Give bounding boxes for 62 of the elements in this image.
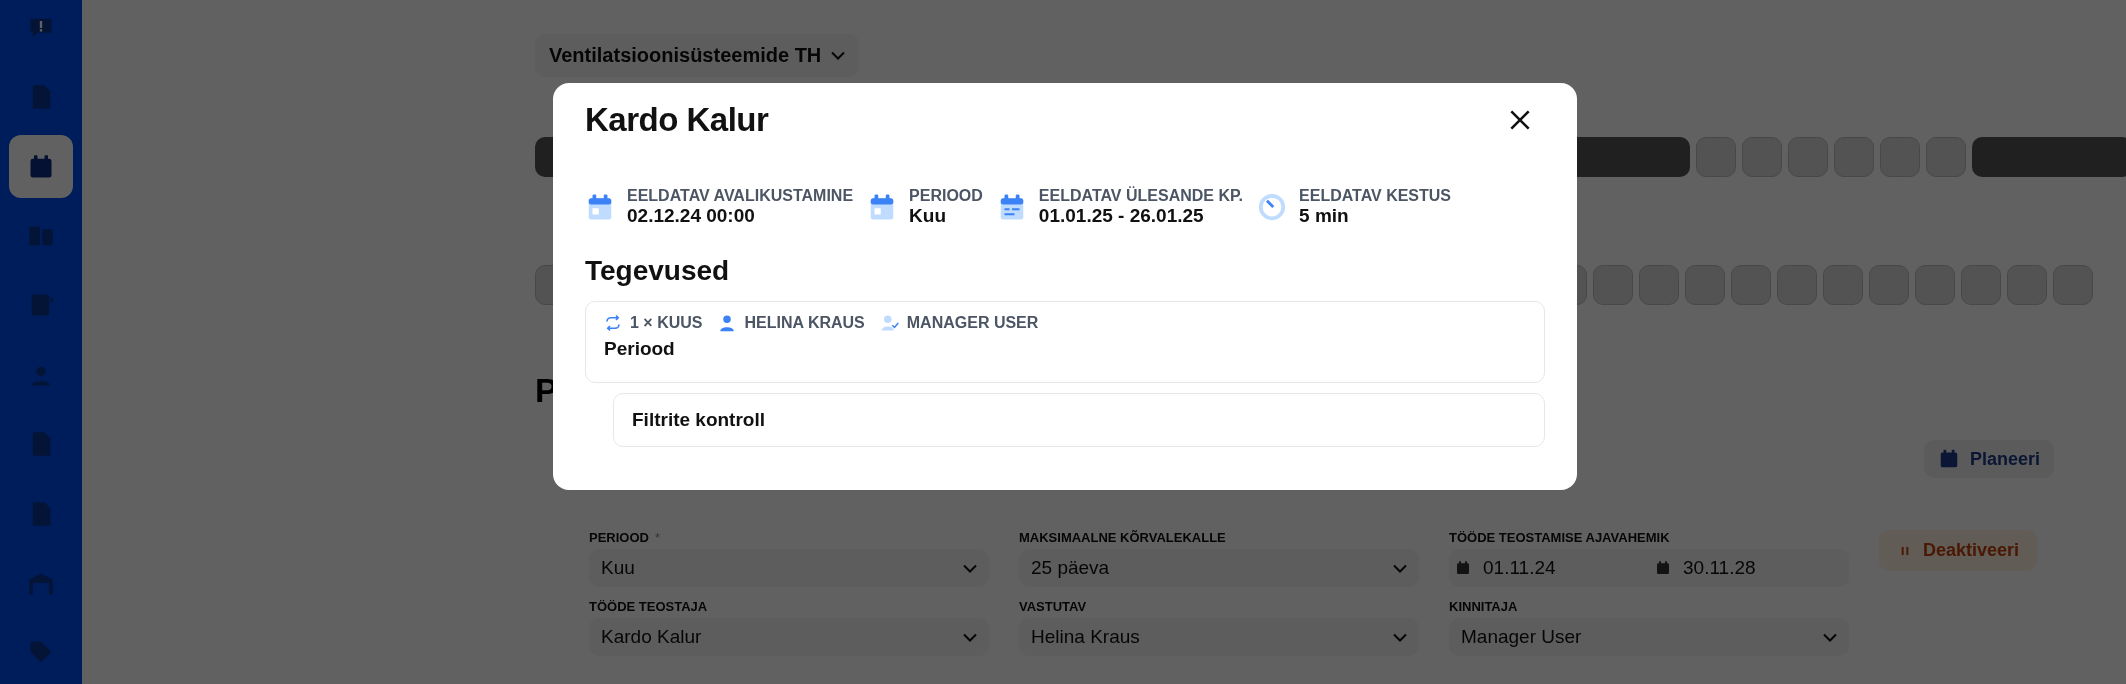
calendar-day-cell	[1926, 137, 1966, 177]
required-mark: *	[654, 530, 661, 545]
info-label: PERIOOD	[909, 187, 983, 205]
field-label: PERIOOD	[589, 530, 649, 545]
info-label: EELDATAV ÜLESANDE KP.	[1038, 187, 1244, 205]
section-title: Tegevused	[585, 255, 731, 287]
info-label: EELDATAV KESTUS	[1299, 187, 1452, 205]
chevron-down-icon	[1393, 563, 1407, 573]
info-value: 5 min	[1299, 205, 1350, 227]
activity-card[interactable]: 1 × KUUS HELINA KRAUS MANAGER USER Periood	[585, 301, 1545, 383]
info-value: 02.12.24 00:00	[627, 205, 756, 227]
date-field[interactable]: 01.11.24	[1449, 549, 1649, 587]
field-label: MAKSIMAALNE KÕRVALEKALLE	[1019, 530, 1226, 545]
approver-name: MANAGER USER	[906, 314, 1039, 332]
date-field[interactable]: 30.11.28	[1649, 549, 1849, 587]
info-value: 01.01.25 - 26.01.25	[1038, 205, 1205, 227]
responsible-name: HELINA KRAUS	[744, 314, 865, 332]
calendar-day-cell	[1823, 265, 1863, 305]
chevron-down-icon	[831, 51, 846, 60]
calendar-day-cell	[1777, 265, 1817, 305]
select-field[interactable]: 25 päeva	[1019, 549, 1419, 587]
select-field[interactable]: Manager User	[1449, 618, 1849, 656]
calendar-day-cell	[1880, 137, 1920, 177]
chevron-down-icon	[1393, 632, 1407, 642]
repeat-text: 1 × KUUS	[630, 314, 703, 332]
select-field[interactable]: Kardo Kalur	[589, 618, 989, 656]
field-label: TÖÖDE TEOSTAMISE AJAVAHEMIK	[1449, 530, 1670, 545]
calendar-day-cell	[1961, 265, 2001, 305]
calendar-day-cell	[1696, 137, 1736, 177]
calendar-day-cell	[1593, 265, 1633, 305]
calendar-day-cell	[2053, 265, 2093, 305]
field-label: VASTUTAV	[1019, 599, 1087, 614]
repeat-icon	[604, 314, 622, 332]
calendar-icon	[1455, 560, 1471, 576]
calendar-day-cell	[1742, 137, 1782, 177]
info-label: EELDATAV AVALIKUSTAMINE	[627, 187, 854, 205]
calendar-day-cell	[1788, 137, 1828, 177]
chevron-down-icon	[963, 632, 977, 642]
select-field[interactable]: Kuu	[589, 549, 989, 587]
select-field[interactable]: Helina Kraus	[1019, 618, 1419, 656]
modal-title: Kardo Kalur	[585, 101, 769, 139]
field-label: KINNITAJA	[1449, 599, 1518, 614]
plan-button[interactable]: Planeeri	[1923, 440, 2054, 478]
calendar-day-cell	[1834, 137, 1874, 177]
person-check-icon	[880, 314, 899, 332]
chevron-down-icon	[1823, 632, 1837, 642]
subtask-card[interactable]: Filtrite kontroll	[613, 393, 1545, 447]
nav-item[interactable]	[9, 134, 73, 199]
info-value: Kuu	[909, 205, 947, 227]
activity-title: Periood	[604, 338, 676, 360]
calendar-day-cell	[2007, 265, 2047, 305]
calendar-day-cell	[1685, 265, 1725, 305]
deactivate-button[interactable]: Deaktiveeri	[1879, 530, 2038, 571]
calendar-day-cell	[1915, 265, 1955, 305]
calendar-icon	[1655, 560, 1671, 576]
timer-icon	[1257, 192, 1288, 222]
calendar-day-cell	[1731, 265, 1771, 305]
calendar-day-cell	[1639, 265, 1679, 305]
field-label: TÖÖDE TEOSTAJA	[589, 599, 708, 614]
project-dropdown[interactable]: Ventilatsioonisüsteemide TH	[535, 34, 860, 77]
chevron-down-icon	[963, 563, 977, 573]
calendar-day-cell	[1869, 265, 1909, 305]
